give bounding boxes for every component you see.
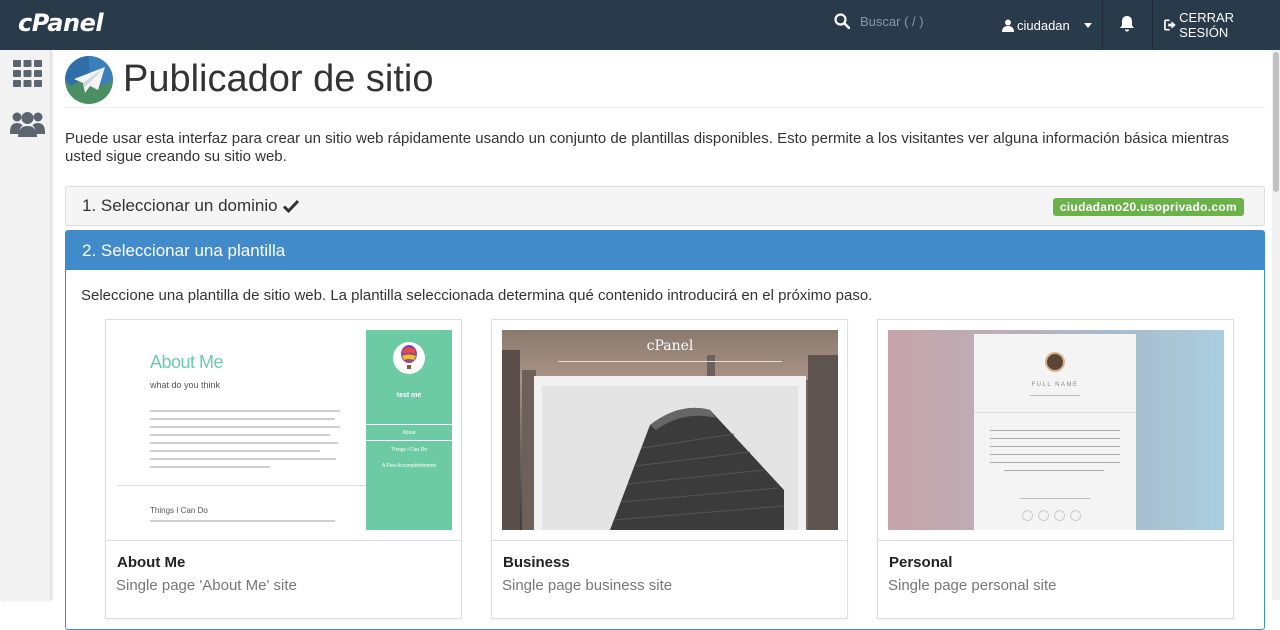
logout-icon bbox=[1164, 19, 1176, 31]
domain-badge: ciudadano20.usoprivado.com bbox=[1052, 198, 1244, 216]
preview-brand: cPanel bbox=[646, 338, 694, 354]
card-divider bbox=[106, 540, 461, 541]
preview-side-divider bbox=[366, 424, 452, 425]
navbar-divider bbox=[1102, 0, 1103, 50]
preview-tagline: what do you think bbox=[150, 380, 221, 390]
search-icon[interactable] bbox=[834, 13, 850, 29]
template-card-personal[interactable]: FULL NAME Personal Single page personal … bbox=[877, 319, 1234, 619]
preview-text-line bbox=[990, 446, 1120, 447]
social-icon bbox=[1070, 510, 1081, 521]
preview-text-line bbox=[150, 520, 335, 522]
search-input[interactable] bbox=[860, 13, 980, 29]
preview-sidebar: test me About Things I Can Do A Few Acco… bbox=[366, 330, 452, 530]
city-skyline-image bbox=[502, 350, 838, 530]
page-scrollbar[interactable] bbox=[1272, 50, 1280, 600]
card-divider bbox=[878, 540, 1233, 541]
page-description: Puede usar esta interfaz para crear un s… bbox=[65, 130, 1229, 165]
template-name: Business bbox=[503, 554, 570, 571]
search-box[interactable] bbox=[834, 13, 980, 29]
preview-divider bbox=[974, 412, 1136, 413]
template-description: Single page business site bbox=[502, 577, 673, 594]
main-content: Publicador de sitio Puede usar esta inte… bbox=[51, 50, 1272, 630]
balloon-avatar bbox=[393, 342, 425, 374]
preview-side-link: A Few Accomplishments bbox=[381, 463, 437, 469]
preview-text-line bbox=[150, 466, 270, 468]
bell-icon[interactable] bbox=[1119, 15, 1135, 33]
preview-profile-panel: FULL NAME bbox=[974, 334, 1136, 530]
cpanel-logo[interactable]: cPanel bbox=[18, 9, 104, 37]
preview-heading: About Me bbox=[150, 352, 224, 372]
sidebar bbox=[0, 50, 51, 600]
preview-divider bbox=[116, 485, 366, 486]
preview-address-line bbox=[558, 361, 782, 362]
users-icon[interactable] bbox=[10, 110, 45, 137]
preview-social-icons bbox=[1022, 510, 1081, 521]
preview-text-line bbox=[990, 430, 1120, 431]
preview-text-line bbox=[150, 442, 338, 444]
template-thumbnail: About Me what do you think Things I Can … bbox=[116, 330, 452, 530]
user-icon bbox=[1002, 19, 1014, 32]
preview-side-divider bbox=[366, 440, 452, 441]
template-description: Single page personal site bbox=[888, 577, 1057, 594]
template-description: Single page 'About Me' site bbox=[116, 577, 297, 594]
preview-text-line bbox=[990, 454, 1120, 455]
social-icon bbox=[1054, 510, 1065, 521]
page-header: Publicador de sitio bbox=[65, 52, 1265, 108]
template-name: About Me bbox=[117, 554, 186, 571]
preview-text-line bbox=[150, 418, 335, 420]
preview-full-name: FULL NAME bbox=[1031, 382, 1079, 388]
step-select-template: 2. Seleccionar una plantilla Seleccione … bbox=[65, 230, 1265, 630]
hot-air-balloon-icon bbox=[401, 345, 417, 369]
navbar-divider bbox=[1152, 0, 1153, 50]
template-card-about-me[interactable]: About Me what do you think Things I Can … bbox=[105, 319, 462, 619]
chevron-down-icon bbox=[1083, 22, 1092, 28]
template-thumbnail: FULL NAME bbox=[888, 330, 1224, 530]
preview-text-line bbox=[150, 450, 320, 452]
preview-text-line bbox=[150, 410, 340, 412]
template-card-business[interactable]: cPanel Business Single page business sit… bbox=[491, 319, 848, 619]
top-navbar: cPanel ciudadan CERRAR SESIÓN bbox=[0, 0, 1280, 50]
preview-side-name: test me bbox=[396, 392, 422, 399]
preview-section: Things I Can Do bbox=[150, 506, 208, 515]
step2-header[interactable]: 2. Seleccionar una plantilla bbox=[66, 231, 1264, 270]
template-name: Personal bbox=[889, 554, 953, 571]
paper-plane-icon bbox=[65, 55, 113, 104]
preview-text-line bbox=[1004, 470, 1104, 471]
logout-label: CERRAR SESIÓN bbox=[1179, 10, 1235, 40]
preview-text-line bbox=[990, 438, 1120, 439]
scrollbar-thumb[interactable] bbox=[1273, 52, 1279, 192]
logout-button[interactable]: CERRAR SESIÓN bbox=[1164, 0, 1280, 50]
step-select-domain[interactable]: 1. Seleccionar un dominio ciudadano20.us… bbox=[65, 186, 1265, 226]
preview-text-line bbox=[150, 426, 340, 428]
checkmark-icon bbox=[282, 199, 299, 213]
card-divider bbox=[492, 540, 847, 541]
username: ciudadan bbox=[1017, 17, 1070, 33]
social-icon bbox=[1022, 510, 1033, 521]
step1-label: 1. Seleccionar un dominio bbox=[82, 196, 278, 215]
step2-description: Seleccione una plantilla de sitio web. L… bbox=[81, 287, 873, 304]
user-menu[interactable]: ciudadan bbox=[1002, 0, 1092, 50]
social-icon bbox=[1038, 510, 1049, 521]
preview-text-line bbox=[1020, 498, 1090, 499]
grid-icon[interactable] bbox=[13, 60, 42, 87]
preview-text-line bbox=[150, 434, 330, 436]
preview-text-line bbox=[150, 458, 336, 460]
preview-side-link: About bbox=[402, 430, 416, 436]
preview-side-link: Things I Can Do bbox=[390, 447, 428, 453]
step2-label: 2. Seleccionar una plantilla bbox=[82, 240, 286, 260]
page-title: Publicador de sitio bbox=[123, 58, 434, 100]
avatar bbox=[1045, 352, 1065, 372]
template-thumbnail: cPanel bbox=[502, 330, 838, 530]
preview-text-line bbox=[1030, 395, 1080, 396]
preview-text-line bbox=[990, 462, 1120, 463]
